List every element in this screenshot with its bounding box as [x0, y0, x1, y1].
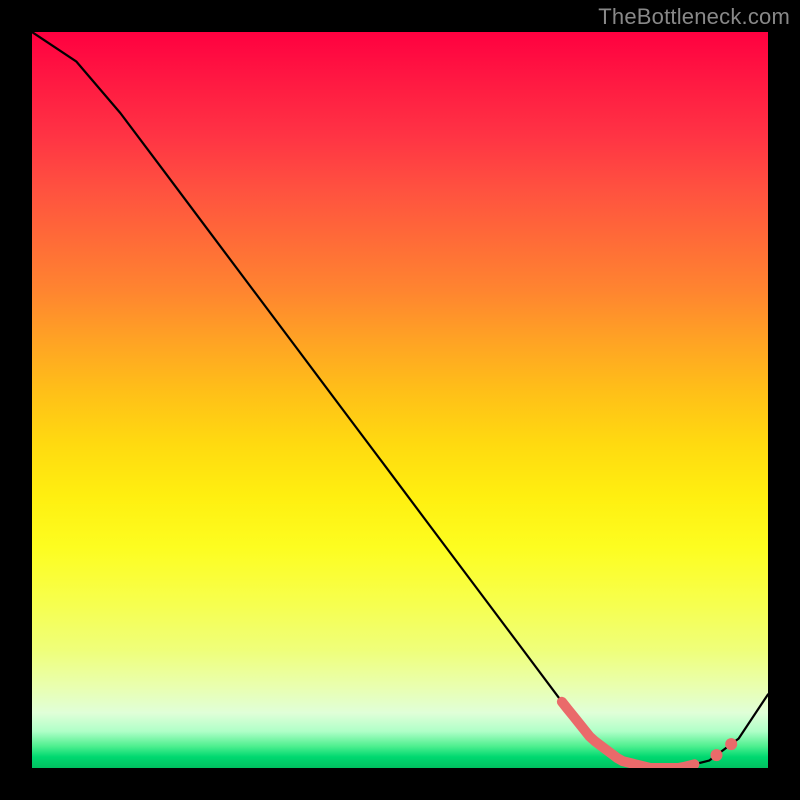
bottleneck-curve — [32, 32, 768, 768]
plot-area — [32, 32, 768, 768]
highlight-dot — [711, 749, 723, 761]
plot-svg — [32, 32, 768, 768]
chart-frame: TheBottleneck.com — [0, 0, 800, 800]
highlight-dot — [725, 738, 737, 750]
watermark-text: TheBottleneck.com — [598, 4, 790, 30]
highlight-segment — [562, 702, 695, 768]
